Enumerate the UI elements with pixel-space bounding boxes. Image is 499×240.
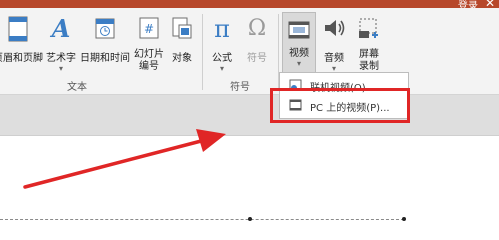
pointer-arrow-icon [23, 129, 226, 189]
